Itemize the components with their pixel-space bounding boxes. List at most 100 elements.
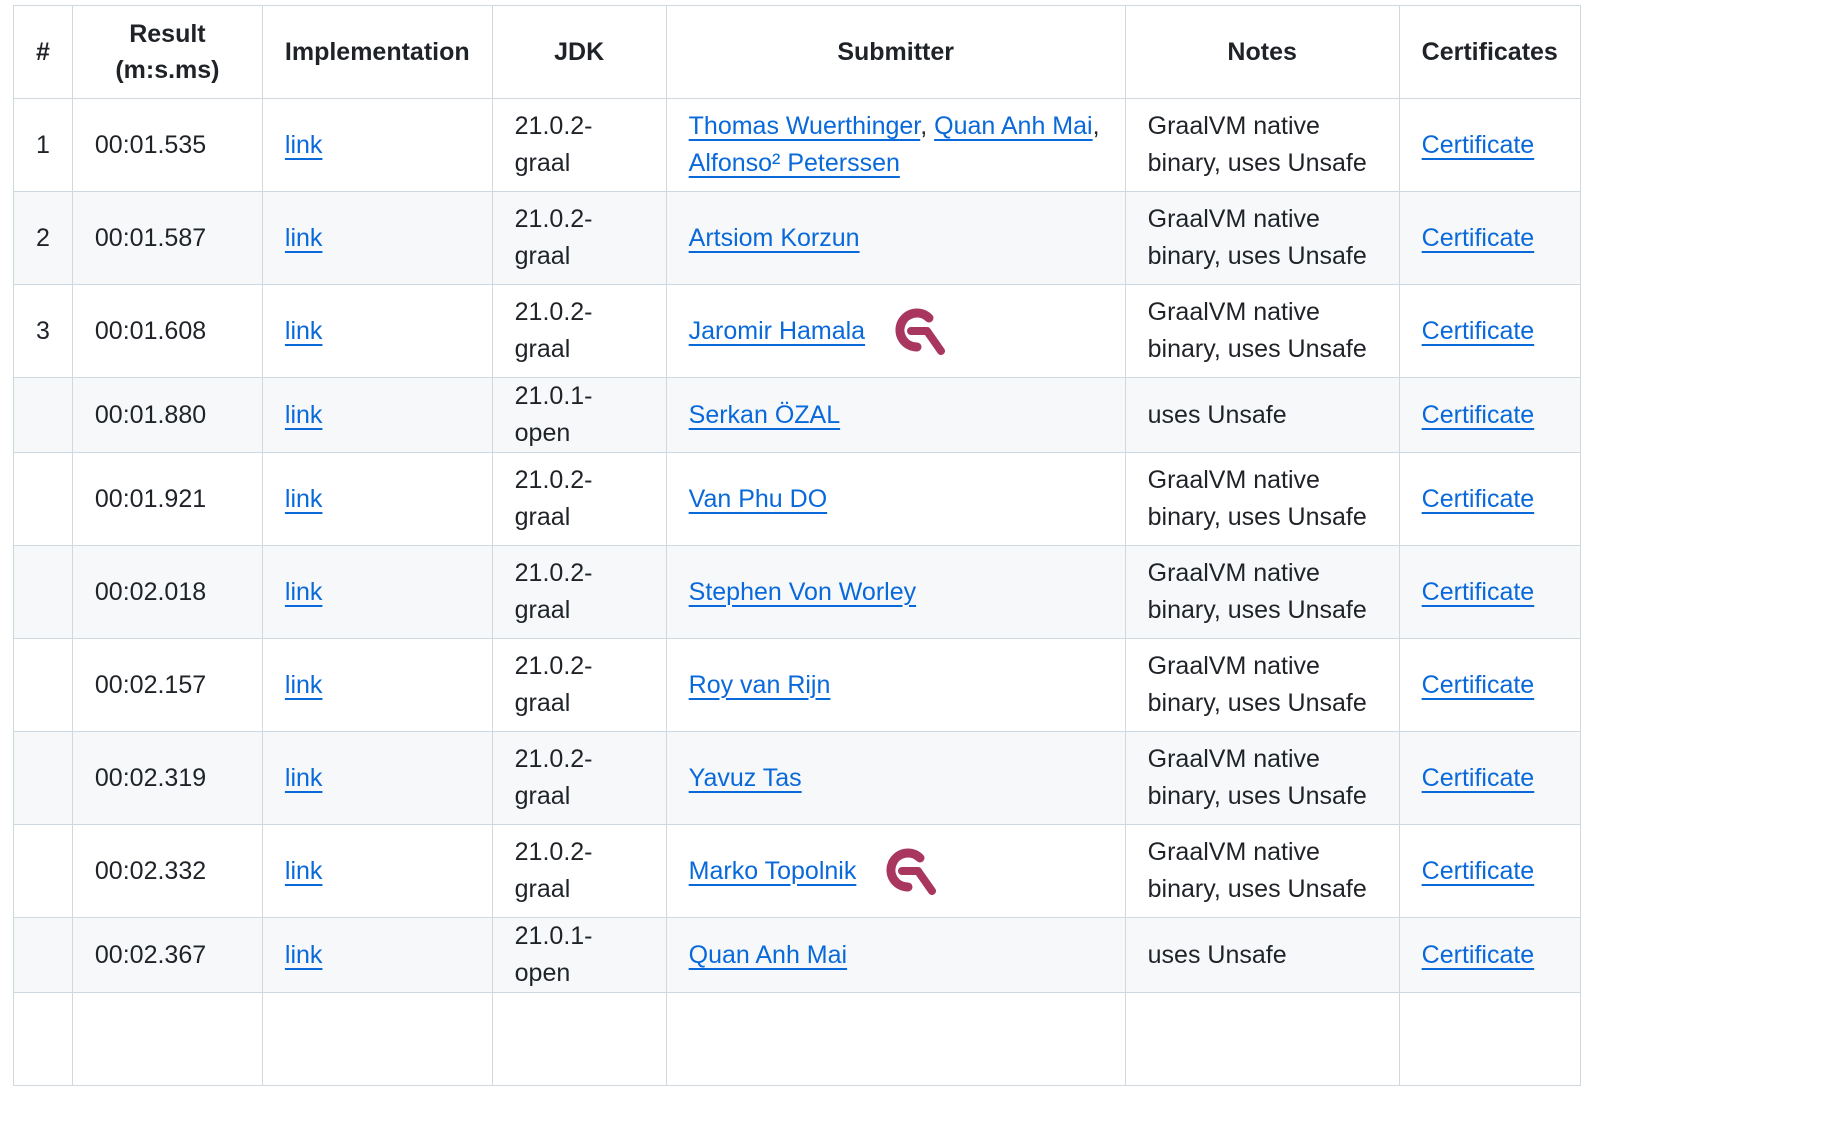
jdk-cell: 21.0.2-graal [491,452,667,546]
notes-line1: GraalVM native [1147,838,1320,866]
submitter-cell: Van Phu DO [665,452,1126,546]
implementation-cell: link [261,731,493,825]
rank-cell: 1 [13,98,73,192]
certificate-link[interactable]: Certificate [1422,578,1535,606]
submitter-link[interactable]: Serkan ÖZAL [689,401,840,429]
certificate-link[interactable]: Certificate [1422,485,1535,513]
implementation-link[interactable]: link [285,578,323,606]
notes-line1: uses Unsafe [1147,400,1287,429]
leaderboard-table: # Result (m:s.ms) Implementation JDK Sub… [13,5,1581,1086]
submitter-link[interactable]: Roy van Rijn [689,671,831,699]
notes-line2: binary, uses Unsafe [1147,596,1367,624]
submitter-container: Marko Topolnik [689,846,1103,896]
notes-line2: binary, uses Unsafe [1147,689,1367,717]
header-rank: # [13,5,73,99]
certificate-cell: Certificate [1398,452,1581,546]
jdk-cell: 21.0.2-graal [491,545,667,639]
notes-cell: GraalVM native binary, uses Unsafe [1124,191,1400,285]
table-row: 00:02.018 link 21.0.2-graal Stephen Von Wor… [13,545,1581,639]
submitter-link[interactable]: Marko Topolnik [689,857,857,885]
table-row: 3 00:01.608 link 21.0.2-graal Jaromir Hamala… [13,284,1581,378]
notes-cell: GraalVM native binary, uses Unsafe [1124,284,1400,378]
header-notes: Notes [1124,5,1400,99]
certificate-link[interactable]: Certificate [1422,941,1535,969]
result-cell: 00:01.880 [71,377,263,453]
rank-cell [13,824,73,918]
certificate-link[interactable]: Certificate [1422,131,1535,159]
certificate-cell: Certificate [1398,917,1581,993]
certificate-link[interactable]: Certificate [1422,671,1535,699]
implementation-cell: link [261,191,493,285]
rank-cell [13,638,73,732]
implementation-cell: link [261,545,493,639]
certificate-cell: Certificate [1398,284,1581,378]
notes-cell: GraalVM native binary, uses Unsafe [1124,545,1400,639]
certificate-link[interactable]: Certificate [1422,317,1535,345]
implementation-link[interactable]: link [285,317,323,345]
submitter-cell: Marko Topolnik [665,824,1126,918]
implementation-link[interactable]: link [285,941,323,969]
submitter-link[interactable]: Artsiom Korzun [689,224,860,252]
result-cell: 00:01.608 [71,284,263,378]
implementation-link[interactable]: link [285,224,323,252]
submitter-cell: Serkan ÖZAL [665,377,1126,453]
submitter-container: Roy van Rijn [689,667,1103,704]
implementation-cell: link [261,284,493,378]
submitter-link[interactable]: Alfonso² Peterssen [689,149,900,177]
implementation-link[interactable]: link [285,485,323,513]
implementation-link[interactable]: link [285,401,323,429]
implementation-link[interactable]: link [285,671,323,699]
notes-cell: GraalVM native binary, uses Unsafe [1124,452,1400,546]
certificate-link[interactable]: Certificate [1422,857,1535,885]
notes-line1: GraalVM native [1147,112,1320,140]
certificate-cell: Certificate [1398,731,1581,825]
rank-cell [13,731,73,825]
rank-cell: 2 [13,191,73,285]
certificate-cell: Certificate [1398,638,1581,732]
submitter-container: Artsiom Korzun [689,220,1103,257]
certificate-link[interactable]: Certificate [1422,401,1535,429]
submitter-link[interactable]: Yavuz Tas [689,764,802,792]
graalvm-q-logo-icon [891,306,946,356]
result-cell: 00:01.535 [71,98,263,192]
implementation-link[interactable]: link [285,857,323,885]
submitter-cell: Artsiom Korzun [665,191,1126,285]
notes-line2: binary, uses Unsafe [1147,242,1367,270]
header-result-line2: (m:s.ms) [115,56,220,84]
certificate-link[interactable]: Certificate [1422,764,1535,792]
certificate-cell: Certificate [1398,191,1581,285]
table-row-partial [13,992,1581,1086]
submitter-separator: , [1092,112,1100,140]
rank-cell [13,917,73,993]
submitter-separator: , [920,112,935,140]
implementation-cell: link [261,638,493,732]
implementation-link[interactable]: link [285,764,323,792]
certificate-link[interactable]: Certificate [1422,224,1535,252]
table-row: 00:01.880 link 21.0.1-open Serkan ÖZAL uses … [13,377,1581,453]
submitter-link[interactable]: Van Phu DO [689,485,828,513]
notes-line1: GraalVM native [1147,559,1320,587]
submitter-container: Jaromir Hamala [689,306,1103,356]
certificate-cell: Certificate [1398,98,1581,192]
partial-cell [13,992,73,1086]
submitter-link[interactable]: Quan Anh Mai [689,941,847,969]
implementation-link[interactable]: link [285,131,323,159]
certificate-cell: Certificate [1398,377,1581,453]
notes-line1: GraalVM native [1147,205,1320,233]
certificate-cell: Certificate [1398,545,1581,639]
notes-cell: GraalVM native binary, uses Unsafe [1124,638,1400,732]
implementation-cell: link [261,917,493,993]
submitter-link[interactable]: Jaromir Hamala [689,317,865,345]
submitter-link[interactable]: Stephen Von Worley [689,578,916,606]
jdk-cell: 21.0.2-graal [491,98,667,192]
submitter-link[interactable]: Thomas Wuerthinger [689,112,921,140]
result-cell: 00:02.157 [71,638,263,732]
jdk-cell: 21.0.2-graal [491,191,667,285]
submitter-link[interactable]: Quan Anh Mai [934,112,1092,140]
rank-cell: 3 [13,284,73,378]
rank-cell [13,452,73,546]
notes-line2: binary, uses Unsafe [1147,149,1367,177]
submitter-container: Serkan ÖZAL [689,397,1103,434]
notes-cell: uses Unsafe [1124,377,1400,453]
notes-line2: binary, uses Unsafe [1147,875,1367,903]
